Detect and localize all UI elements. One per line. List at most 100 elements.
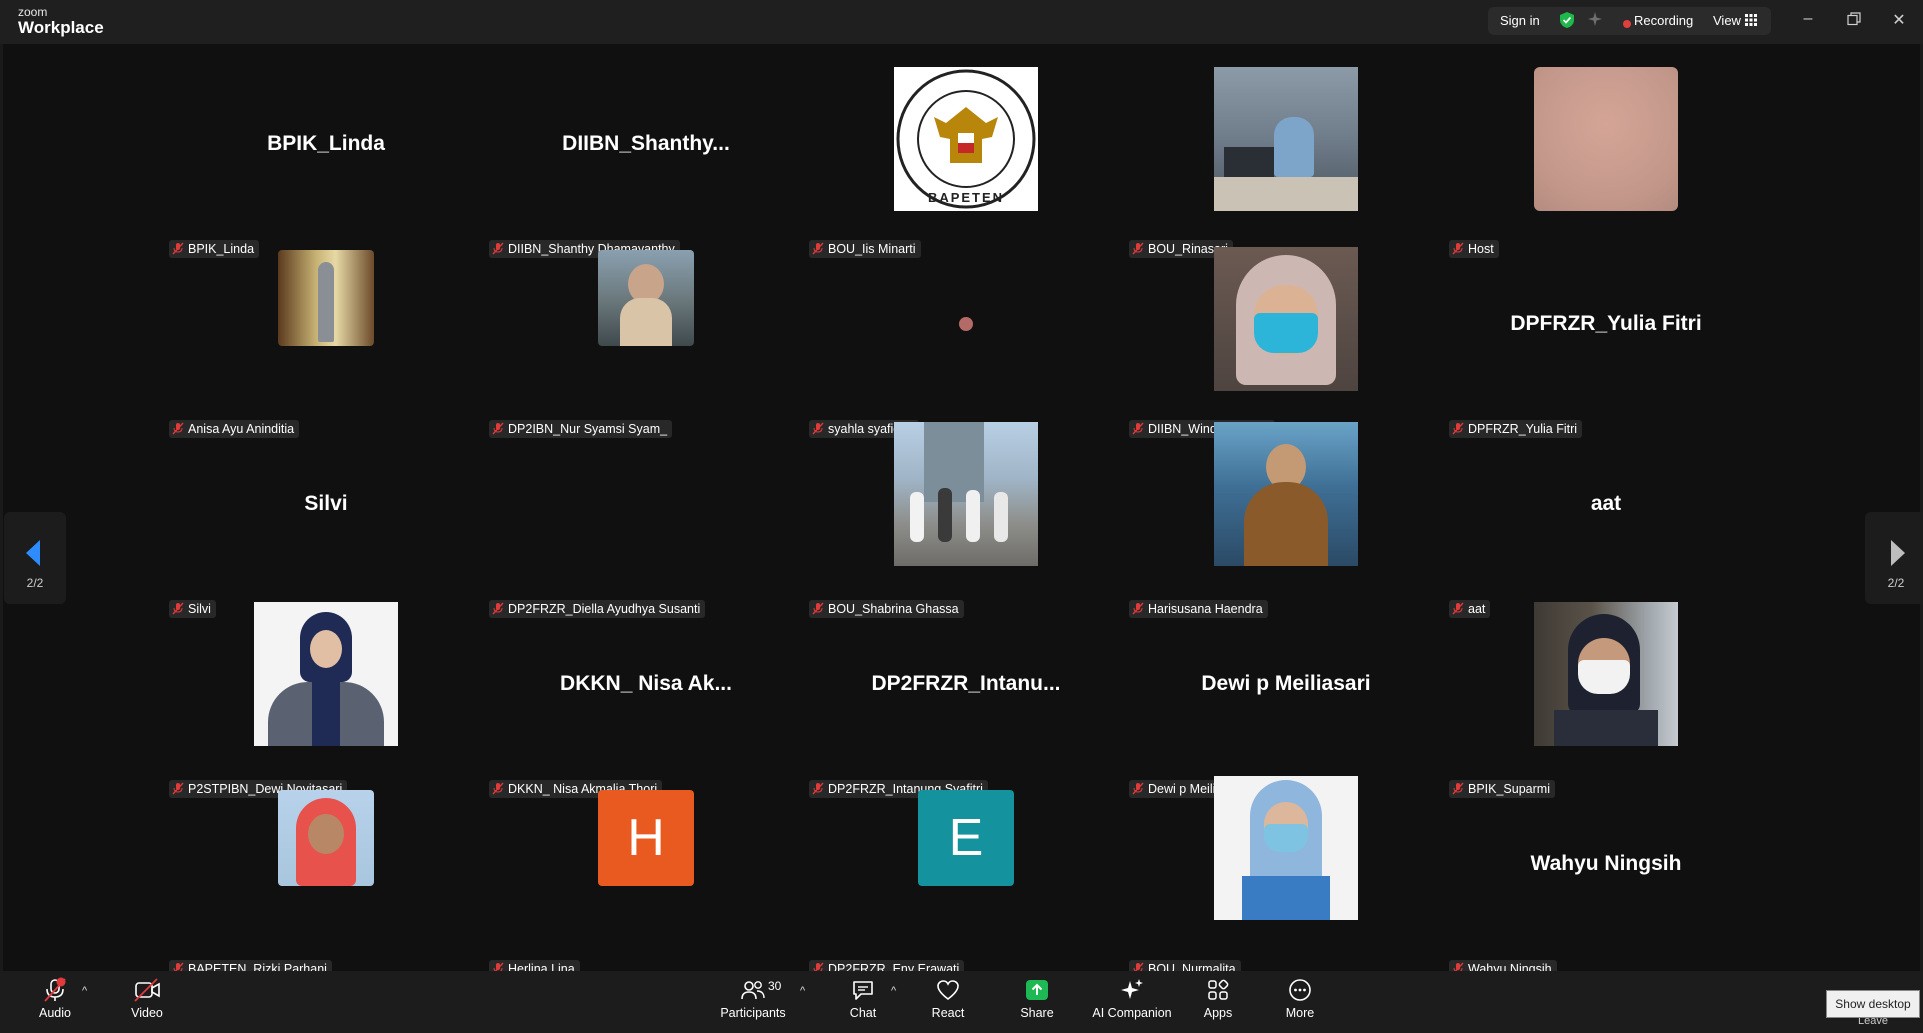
more-icon [1289,979,1311,1001]
participant-display-name: aat [1590,492,1622,515]
participant-tile[interactable]: Anisa Ayu Aninditia [166,242,486,438]
skin-blur-photo [1534,67,1678,211]
participant-tile[interactable]: Harisusana Haendra [1126,422,1446,618]
bapeten-logo-text: BAPETEN [927,190,1005,205]
participant-tile[interactable]: DIIBN_Shanthy... DIIBN_Shanthy Dhamayant… [486,62,806,258]
participants-button[interactable]: Participants [708,977,798,1020]
video-label: Video [131,1006,163,1020]
title-bar: zoom Workplace Sign in Recording View – … [0,0,1923,44]
participant-tile[interactable]: BOU_Rinasari [1126,62,1446,258]
heart-icon [937,980,959,1001]
participant-display-name: Wahyu Ningsih [1530,852,1682,875]
participant-tile[interactable]: DP2IBN_Nur Syamsi Syam_ [486,242,806,438]
video-camera-off-icon [134,978,160,1002]
avatar-dot-icon [959,317,973,331]
chat-button[interactable]: Chat [818,977,908,1020]
video-button[interactable]: Video [102,977,192,1020]
grid-icon[interactable] [1745,14,1757,29]
react-button[interactable]: React [903,977,993,1020]
participant-tile[interactable]: DP2FRZR_Intanu... DP2FRZR_Intanung Syafi… [806,602,1126,798]
page-indicator-right: 2/2 [1887,576,1905,590]
view-button[interactable]: View [1713,13,1741,28]
ai-sparkle-icon[interactable] [1587,11,1603,30]
audio-options-chevron-icon[interactable]: ^ [82,985,87,997]
formal-portrait-photo [254,602,398,746]
recording-indicator[interactable]: Recording [1634,13,1693,28]
participants-label: Participants [720,1006,786,1020]
gallery-view: 2/2 2/2 BPIK_Linda BPIK_Linda DIIBN_Shan… [3,44,1923,978]
participant-tile[interactable]: Host [1446,62,1766,258]
share-label: Share [1020,1006,1054,1020]
avatar-letter: E [918,790,1014,886]
sign-in-button[interactable]: Sign in [1500,13,1540,28]
participant-tile[interactable]: DP2FRZR_Diella Ayudhya Susanti [486,422,806,618]
participant-tile[interactable]: Dewi p Meiliasari Dewi p Meiliasari [1126,602,1446,798]
participant-display-name: Dewi p Meiliasari [1201,672,1371,695]
logo-line1: zoom [18,5,48,19]
apps-button[interactable]: Apps [1173,977,1263,1020]
share-screen-icon [1026,980,1048,1000]
participant-tile[interactable]: E DP2FRZR_Eny Erawati [806,782,1126,978]
chat-icon [853,981,873,1000]
participant-display-name: DIIBN_Shanthy... [562,132,730,155]
seaside-woman-photo [1214,422,1358,566]
participant-tile[interactable]: DIIBN_Winda Sarmita [1126,242,1446,438]
participant-tile[interactable]: DKKN_ Nisa Ak... DKKN_ Nisa Akmalia Thor… [486,602,806,798]
participant-tile[interactable]: BPIK_Linda BPIK_Linda [166,62,486,258]
participants-count: 30 [768,979,782,993]
participant-tile[interactable]: DPFRZR_Yulia Fitri DPFRZR_Yulia Fitri [1446,242,1766,438]
chat-options-chevron-icon[interactable]: ^ [891,985,896,997]
participants-options-chevron-icon[interactable]: ^ [800,985,805,997]
participant-tile[interactable]: BOU_Nurmalita [1126,776,1446,978]
avatar-letter: H [598,790,694,886]
react-label: React [931,1006,965,1020]
participant-tile[interactable]: aat aat [1446,422,1766,618]
participant-tile[interactable]: H Herlina Lina [486,782,806,978]
show-desktop-tooltip: Show desktop [1826,990,1920,1018]
participant-tile[interactable]: BAPETEN BOU_Iis Minarti [806,62,1126,258]
chevron-left-icon [26,540,40,566]
participant-display-name: Silvi [304,492,348,515]
participant-tile[interactable]: BPIK_Suparmi [1446,602,1766,798]
ai-companion-label: AI Companion [1092,1006,1172,1020]
participant-display-name: BPIK_Linda [267,132,385,155]
apps-icon [1208,979,1229,1000]
logo-line2: Workplace [18,18,104,37]
chevron-right-icon [1891,540,1905,566]
street-selfie-photo [598,250,694,346]
participants-icon [741,981,765,1000]
bapeten-logo: BAPETEN [894,67,1038,211]
shield-icon[interactable] [1559,11,1575,32]
close-icon[interactable]: ✕ [1889,10,1909,30]
masked-hijab-photo [1534,602,1678,746]
prev-page-button[interactable]: 2/2 [4,512,66,604]
minimize-icon[interactable]: – [1798,10,1818,28]
participant-tile[interactable]: BAPETEN_Rizki Parhani [166,782,486,978]
next-page-button[interactable]: 2/2 [1865,512,1923,604]
more-button[interactable]: More [1255,977,1345,1020]
chat-label: Chat [849,1006,877,1020]
participant-display-name: DP2FRZR_Intanu... [871,672,1061,695]
recording-dot-icon [1623,16,1631,31]
restore-icon[interactable] [1844,12,1864,31]
participant-tile[interactable]: Wahyu Ningsih Wahyu Ningsih [1446,782,1766,978]
participant-tile[interactable]: BOU_Shabrina Ghassa [806,422,1126,618]
participant-display-name: DPFRZR_Yulia Fitri [1510,312,1702,335]
group-outdoor-photo [894,422,1038,566]
participant-tile[interactable]: Silvi Silvi [166,422,486,618]
share-button[interactable]: Share [992,977,1082,1020]
zoom-logo: zoom Workplace [18,6,104,36]
office-photo [1214,67,1358,211]
participant-display-name: DKKN_ Nisa Ak... [560,672,732,695]
blue-hijab-desk-photo [1214,776,1358,920]
participant-tile[interactable]: syahla syafiqah [806,242,1126,438]
microphone-muted-icon [44,977,66,1002]
more-label: More [1285,1006,1315,1020]
ai-companion-button[interactable]: AI Companion [1087,977,1177,1020]
red-hijab-photo [278,790,374,886]
participant-tile[interactable]: P2STPIBN_Dewi Novitasari [166,602,486,798]
audio-button[interactable]: Audio [10,977,100,1020]
ai-companion-sparkle-icon [1121,979,1143,999]
meeting-toolbar: Audio ^ Video Participants 30 ^ Chat ^ R… [0,971,1923,1033]
page-indicator-left: 2/2 [26,576,44,590]
